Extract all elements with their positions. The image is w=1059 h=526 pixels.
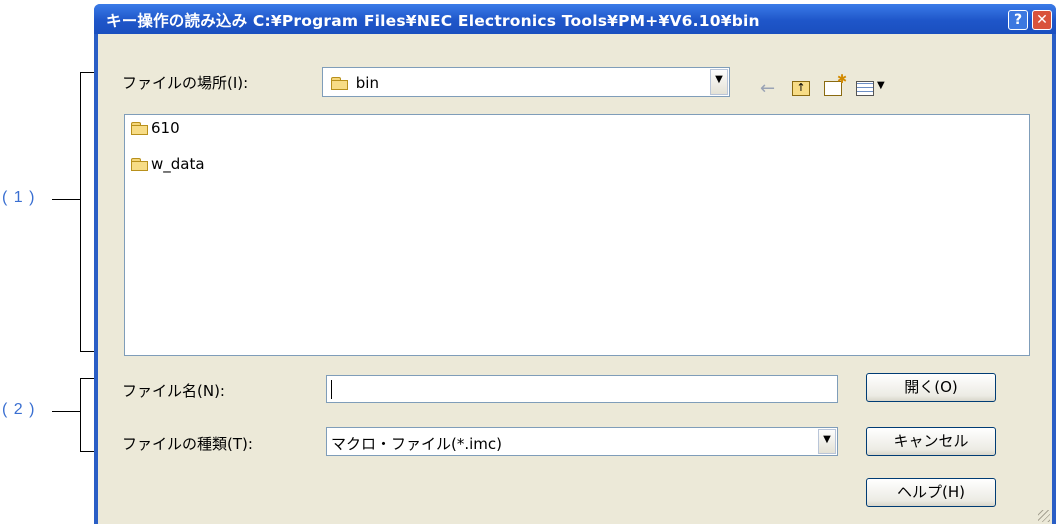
titlebar[interactable]: キー操作の読み込み C:¥Program Files¥NEC Electroni… (94, 4, 1056, 34)
filetype-value: マクロ・ファイル(*.imc) (331, 435, 502, 453)
file-list[interactable]: 610 w_data (124, 114, 1030, 356)
back-arrow-icon[interactable]: ← (760, 78, 775, 99)
help-button[interactable]: ヘルプ(H) (866, 478, 996, 507)
up-folder-icon[interactable]: ↑ (792, 81, 810, 96)
view-menu-chevron-icon[interactable]: ▼ (877, 80, 885, 91)
view-menu-icon[interactable] (856, 81, 874, 96)
filetype-combo[interactable]: マクロ・ファイル(*.imc) ▼ (326, 427, 838, 456)
list-item[interactable]: 610 (131, 119, 180, 141)
resize-grip[interactable] (1038, 510, 1050, 522)
list-item-label: 610 (151, 119, 180, 137)
folder-icon (331, 77, 349, 90)
folder-icon (131, 122, 149, 135)
open-dialog-window: キー操作の読み込み C:¥Program Files¥NEC Electroni… (94, 4, 1056, 524)
chevron-down-icon[interactable]: ▼ (818, 429, 836, 454)
filetype-label: ファイルの種類(T): (122, 435, 253, 453)
annotation-1: ( 1 ) (2, 189, 36, 206)
annotation-2-tick (52, 411, 80, 412)
location-label: ファイルの場所(I): (122, 74, 249, 92)
open-button[interactable]: 開く(O) (866, 373, 996, 402)
location-combo[interactable]: bin ▼ (322, 67, 730, 97)
folder-icon (131, 158, 149, 171)
filename-field[interactable] (326, 375, 838, 403)
dialog-body: ファイルの場所(I): bin ▼ ← ↑ ✱ ▼ 610 w_data ファイ… (98, 34, 1052, 524)
text-caret (331, 380, 332, 399)
window-title: キー操作の読み込み C:¥Program Files¥NEC Electroni… (106, 12, 760, 30)
chevron-down-icon[interactable]: ▼ (710, 69, 728, 95)
annotation-2: ( 2 ) (2, 401, 36, 418)
cancel-button[interactable]: キャンセル (866, 427, 996, 456)
close-title-button[interactable]: ✕ (1032, 10, 1052, 30)
new-folder-icon[interactable]: ✱ (824, 72, 847, 96)
annotation-1-tick (52, 199, 80, 200)
help-title-button[interactable]: ? (1008, 10, 1028, 30)
list-item[interactable]: w_data (131, 155, 205, 177)
list-item-label: w_data (151, 155, 205, 173)
location-value: bin (355, 74, 379, 92)
filename-label: ファイル名(N): (122, 382, 225, 400)
